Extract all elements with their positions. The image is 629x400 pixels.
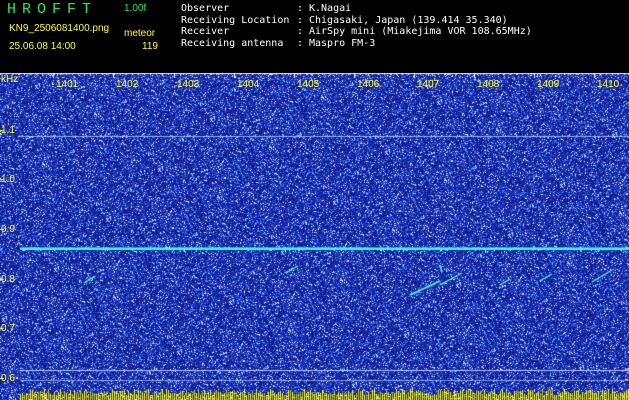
detection-count: 119 — [142, 41, 158, 52]
info-value: K.Nagai — [309, 3, 352, 14]
info-label: Receiving antenna — [181, 38, 284, 50]
info-value: Chigasaki, Japan (139.414 35.340) — [309, 14, 508, 26]
header-panel: HROFFT 1.00f KN9_2506081400.png meteor 2… — [0, 0, 629, 73]
info-label: Observer — [181, 3, 230, 14]
x-tick-label: 1410 — [597, 79, 620, 90]
info-row-observer: Observer: K.Nagai — [181, 3, 352, 14]
app-version: 1.00f — [124, 3, 147, 14]
info-value: AirSpy mini (Miakejima VOR 108.65MHz) — [309, 26, 532, 38]
mode-label: meteor — [124, 28, 156, 39]
y-tick-label: 0.9 — [1, 224, 15, 235]
x-tick-label: 1403 — [177, 79, 200, 90]
info-label: Receiving Location — [181, 14, 290, 26]
spectrogram-canvas — [0, 73, 629, 400]
y-tick-label: 1.1 — [1, 125, 15, 136]
info-label: Receiver — [181, 26, 230, 38]
y-tick-label: 1.0 — [1, 174, 15, 185]
x-tick-label: 1408 — [477, 79, 500, 90]
y-tick-label: 0.6 — [1, 373, 15, 384]
info-row-location: Receiving Location: Chigasaki, Japan (139… — [181, 14, 508, 26]
y-tick-label: 0.7 — [1, 323, 15, 334]
x-tick-label: 1401 — [56, 79, 79, 90]
file-name: KN9_2506081400.png — [9, 23, 110, 34]
y-axis-unit: kHz — [1, 74, 19, 85]
x-tick-label: 1407 — [417, 79, 440, 90]
info-row-antenna: Receiving antenna: Maspro FM-3 — [181, 38, 376, 50]
info-value: Maspro FM-3 — [309, 38, 376, 50]
timestamp: 25.06.08 14:00 — [9, 41, 76, 52]
x-tick-label: 1404 — [237, 79, 260, 90]
x-tick-label: 1409 — [537, 79, 560, 90]
x-tick-label: 1405 — [297, 79, 320, 90]
x-tick-label: 1402 — [116, 79, 139, 90]
y-tick-label: 0.8 — [1, 274, 15, 285]
info-row-receiver: Receiver: AirSpy mini (Miakejima VOR 108.… — [181, 26, 532, 38]
observation-info: Observer: K.Nagai Receiving Location: Chig… — [181, 3, 532, 50]
app-title: HROFFT — [7, 1, 98, 18]
x-tick-label: 1406 — [357, 79, 380, 90]
